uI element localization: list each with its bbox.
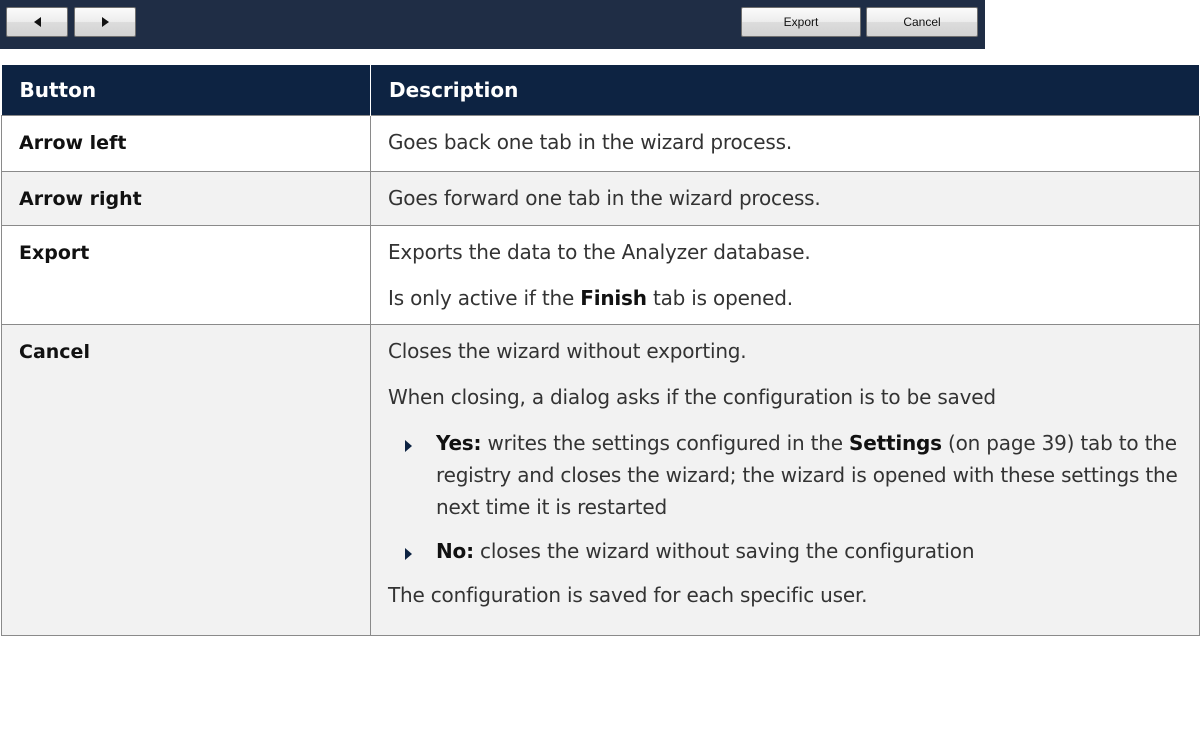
description-text: Closes the wizard without exporting. xyxy=(388,338,747,363)
description-text: Goes forward one tab in the wizard proce… xyxy=(388,185,821,210)
table-row: Export Exports the data to the Analyzer … xyxy=(1,224,1200,325)
column-header-button: Button xyxy=(1,65,371,115)
option-label: Yes: xyxy=(436,430,482,455)
settings-link[interactable]: Settings xyxy=(849,431,942,455)
option-list: Yes: writes the settings configured in t… xyxy=(388,417,1185,569)
arrow-right-icon xyxy=(101,17,109,27)
triangle-bullet-icon xyxy=(405,547,412,560)
table-header-row: Button Description xyxy=(1,65,1200,115)
row-button-name: Arrow left xyxy=(1,114,371,172)
description-text: Exports the data to the Analyzer databas… xyxy=(388,239,811,264)
column-header-description: Description xyxy=(370,65,1200,115)
row-description: Closes the wizard without exporting. Whe… xyxy=(370,323,1200,636)
previous-tab-button[interactable] xyxy=(6,7,68,37)
row-description: Goes back one tab in the wizard process. xyxy=(370,114,1200,172)
button-description-table: Button Description Arrow left Goes back … xyxy=(1,65,1200,636)
row-description: Exports the data to the Analyzer databas… xyxy=(370,224,1200,325)
triangle-bullet-icon xyxy=(405,439,412,452)
row-button-name: Arrow right xyxy=(1,170,371,226)
row-button-name: Cancel xyxy=(1,323,371,636)
description-note: Is only active if the Finish tab is open… xyxy=(388,272,1185,318)
next-tab-button[interactable] xyxy=(74,7,136,37)
list-item: Yes: writes the settings configured in t… xyxy=(388,417,1185,525)
arrow-left-icon xyxy=(33,17,41,27)
option-text: closes the wizard without saving the con… xyxy=(473,538,975,563)
finish-tab-label: Finish xyxy=(580,285,647,310)
row-description: Goes forward one tab in the wizard proce… xyxy=(370,170,1200,226)
table-row: Arrow right Goes forward one tab in the … xyxy=(1,170,1200,226)
table-row: Cancel Closes the wizard without exporti… xyxy=(1,323,1200,636)
option-label: No: xyxy=(436,538,474,563)
wizard-toolbar: Export Cancel xyxy=(0,0,985,49)
row-button-name: Export xyxy=(1,224,371,325)
list-item: No: closes the wizard without saving the… xyxy=(388,525,1185,569)
description-text: When closing, a dialog asks if the confi… xyxy=(388,384,996,409)
note-text: Is only active if the xyxy=(388,285,581,310)
description-text: Goes back one tab in the wizard process. xyxy=(388,129,793,154)
note-text: tab is opened. xyxy=(646,285,793,310)
export-button[interactable]: Export xyxy=(741,7,861,37)
table-row: Arrow left Goes back one tab in the wiza… xyxy=(1,114,1200,172)
description-text: The configuration is saved for each spec… xyxy=(388,582,868,607)
option-text: writes the settings configured in the xyxy=(481,430,850,455)
cancel-button[interactable]: Cancel xyxy=(866,7,978,37)
